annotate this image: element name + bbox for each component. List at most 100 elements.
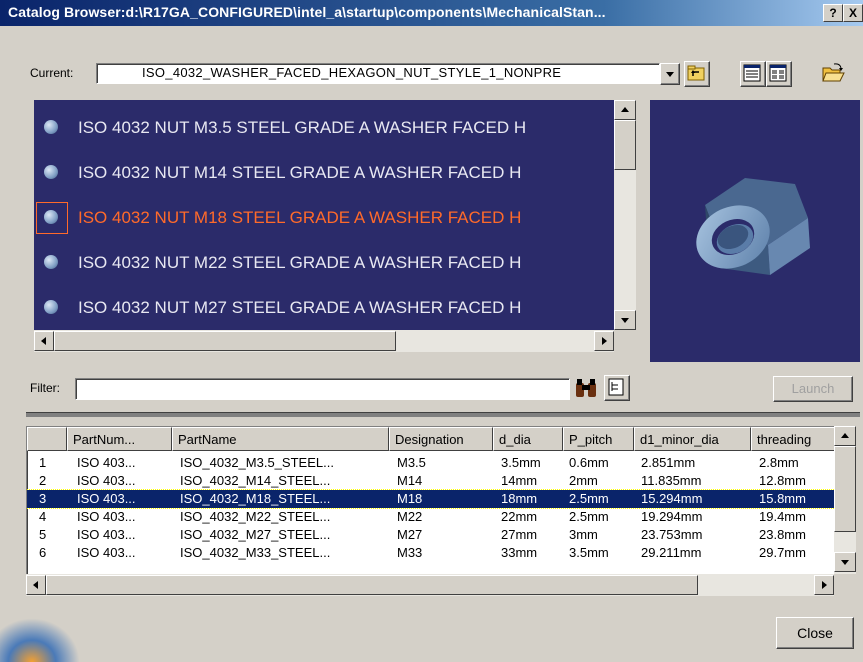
scroll-down-button[interactable]	[614, 310, 636, 330]
cell-partname: ISO_4032_M18_STEEL...	[180, 491, 331, 506]
cell-designation: M18	[397, 491, 423, 506]
scroll-right-button[interactable]	[814, 575, 834, 595]
cell-partnumber: ISO 403...	[77, 527, 136, 542]
parameters-table[interactable]: PartNum... PartName Designation d_dia P_…	[26, 426, 836, 576]
cell-threading: 23.8mm	[759, 527, 806, 542]
arrow-left-icon	[33, 581, 38, 589]
cell-index: 4	[39, 509, 47, 524]
detail-view-button[interactable]	[766, 61, 792, 87]
list-vertical-scrollbar[interactable]	[614, 100, 636, 330]
cell-threading: 19.4mm	[759, 509, 806, 524]
list-item[interactable]: ISO 4032 NUT M14 STEEL GRADE A WASHER FA…	[34, 155, 614, 191]
cell-designation: M22	[397, 509, 423, 524]
list-view-button[interactable]	[740, 61, 766, 87]
table-header-designation[interactable]: Designation	[389, 427, 493, 451]
cell-d-dia: 27mm	[501, 527, 538, 542]
cell-partnumber: ISO 403...	[77, 455, 136, 470]
cell-threading: 2.8mm	[759, 455, 799, 470]
table-header-d-dia[interactable]: d_dia	[493, 427, 563, 451]
table-vertical-scrollbar[interactable]	[834, 426, 856, 574]
open-folder-button[interactable]	[820, 61, 845, 85]
chevron-down-icon	[666, 72, 674, 77]
scroll-up-button[interactable]	[614, 100, 636, 120]
filter-input[interactable]	[75, 378, 570, 400]
arrow-down-icon	[841, 560, 849, 565]
table-header-index[interactable]	[27, 427, 67, 451]
table-row-selected[interactable]: 3 ISO 403... ISO_4032_M18_STEEL... M18 1…	[27, 489, 835, 509]
filter-options-button[interactable]	[604, 375, 630, 401]
cell-partname: ISO_4032_M33_STEEL...	[180, 545, 331, 560]
up-folder-icon	[687, 65, 705, 81]
table-row[interactable]: 4 ISO 403... ISO_4032_M22_STEEL... M22 2…	[27, 508, 835, 526]
table-header-partnumber[interactable]: PartNum...	[67, 427, 172, 451]
list-item[interactable]: ISO 4032 NUT M22 STEEL GRADE A WASHER FA…	[34, 245, 614, 281]
scroll-thumb[interactable]	[834, 446, 856, 532]
arrow-up-icon	[621, 107, 629, 112]
filter-label: Filter:	[30, 381, 60, 395]
scroll-corner	[834, 574, 856, 596]
cell-partname: ISO_4032_M22_STEEL...	[180, 509, 331, 524]
table-horizontal-scrollbar[interactable]	[26, 574, 834, 596]
find-button[interactable]	[572, 375, 600, 401]
current-field[interactable]: ISO_4032_WASHER_FACED_HEXAGON_NUT_STYLE_…	[96, 63, 660, 84]
list-item-selected[interactable]: ISO 4032 NUT M18 STEEL GRADE A WASHER FA…	[34, 200, 614, 236]
cell-p-pitch: 3mm	[569, 527, 598, 542]
current-dropdown-button[interactable]	[660, 63, 680, 85]
table-row[interactable]: 1 ISO 403... ISO_4032_M3.5_STEEL... M3.5…	[27, 454, 835, 472]
arrow-right-icon	[822, 581, 827, 589]
scroll-thumb[interactable]	[46, 575, 698, 595]
cell-index: 1	[39, 455, 47, 470]
splitter[interactable]	[26, 412, 860, 417]
hex-nut-3d-icon	[696, 178, 810, 275]
scroll-down-button[interactable]	[834, 552, 856, 572]
table-row[interactable]: 5 ISO 403... ISO_4032_M27_STEEL... M27 2…	[27, 526, 835, 544]
cell-index: 2	[39, 473, 47, 488]
help-button[interactable]: ?	[823, 4, 843, 22]
table-header-partname[interactable]: PartName	[172, 427, 389, 451]
up-folder-button[interactable]	[684, 61, 710, 87]
cell-index: 6	[39, 545, 47, 560]
list-view-icon	[743, 64, 761, 82]
filter-tree-icon	[608, 378, 624, 396]
catalog-list[interactable]: ISO 4032 NUT M3.5 STEEL GRADE A WASHER F…	[34, 100, 614, 330]
title-bar[interactable]: Catalog Browser:d:\R17GA_CONFIGURED\inte…	[0, 0, 863, 26]
part-icon	[44, 300, 58, 314]
scroll-right-button[interactable]	[594, 331, 614, 351]
cell-d-dia: 14mm	[501, 473, 538, 488]
cell-designation: M33	[397, 545, 423, 560]
cell-d1-minor-dia: 19.294mm	[641, 509, 703, 524]
list-item[interactable]: ISO 4032 NUT M27 STEEL GRADE A WASHER FA…	[34, 290, 614, 326]
launch-button[interactable]: Launch	[773, 376, 853, 402]
cell-threading: 15.8mm	[759, 491, 806, 506]
table-header-d1-minor-dia[interactable]: d1_minor_dia	[634, 427, 751, 451]
list-item[interactable]: ISO 4032 NUT M3.5 STEEL GRADE A WASHER F…	[34, 110, 614, 146]
table-header-threading[interactable]: threading	[751, 427, 835, 451]
scroll-left-button[interactable]	[34, 331, 54, 351]
scroll-thumb[interactable]	[54, 331, 396, 351]
table-row[interactable]: 6 ISO 403... ISO_4032_M33_STEEL... M33 3…	[27, 544, 835, 562]
scroll-left-button[interactable]	[26, 575, 46, 595]
list-item-label: ISO 4032 NUT M14 STEEL GRADE A WASHER FA…	[78, 163, 522, 182]
list-item-label: ISO 4032 NUT M27 STEEL GRADE A WASHER FA…	[78, 298, 522, 317]
part-preview	[650, 100, 860, 362]
cell-designation: M27	[397, 527, 423, 542]
cell-index: 3	[39, 491, 47, 506]
close-window-button[interactable]: X	[843, 4, 863, 22]
cell-designation: M14	[397, 473, 423, 488]
cell-d-dia: 22mm	[501, 509, 538, 524]
list-item-label: ISO 4032 NUT M3.5 STEEL GRADE A WASHER F…	[78, 118, 527, 137]
arrow-left-icon	[41, 337, 46, 345]
part-icon	[44, 165, 58, 179]
cell-p-pitch: 2.5mm	[569, 509, 609, 524]
scroll-thumb[interactable]	[614, 120, 636, 170]
close-button[interactable]: Close	[776, 617, 854, 649]
binoculars-icon	[576, 379, 596, 397]
cell-partname: ISO_4032_M14_STEEL...	[180, 473, 331, 488]
cell-d1-minor-dia: 29.211mm	[641, 545, 702, 560]
table-row[interactable]: 2 ISO 403... ISO_4032_M14_STEEL... M14 1…	[27, 472, 835, 490]
scroll-up-button[interactable]	[834, 426, 856, 446]
cell-partname: ISO_4032_M27_STEEL...	[180, 527, 331, 542]
cell-index: 5	[39, 527, 47, 542]
table-header-p-pitch[interactable]: P_pitch	[563, 427, 634, 451]
list-horizontal-scrollbar[interactable]	[34, 330, 614, 352]
